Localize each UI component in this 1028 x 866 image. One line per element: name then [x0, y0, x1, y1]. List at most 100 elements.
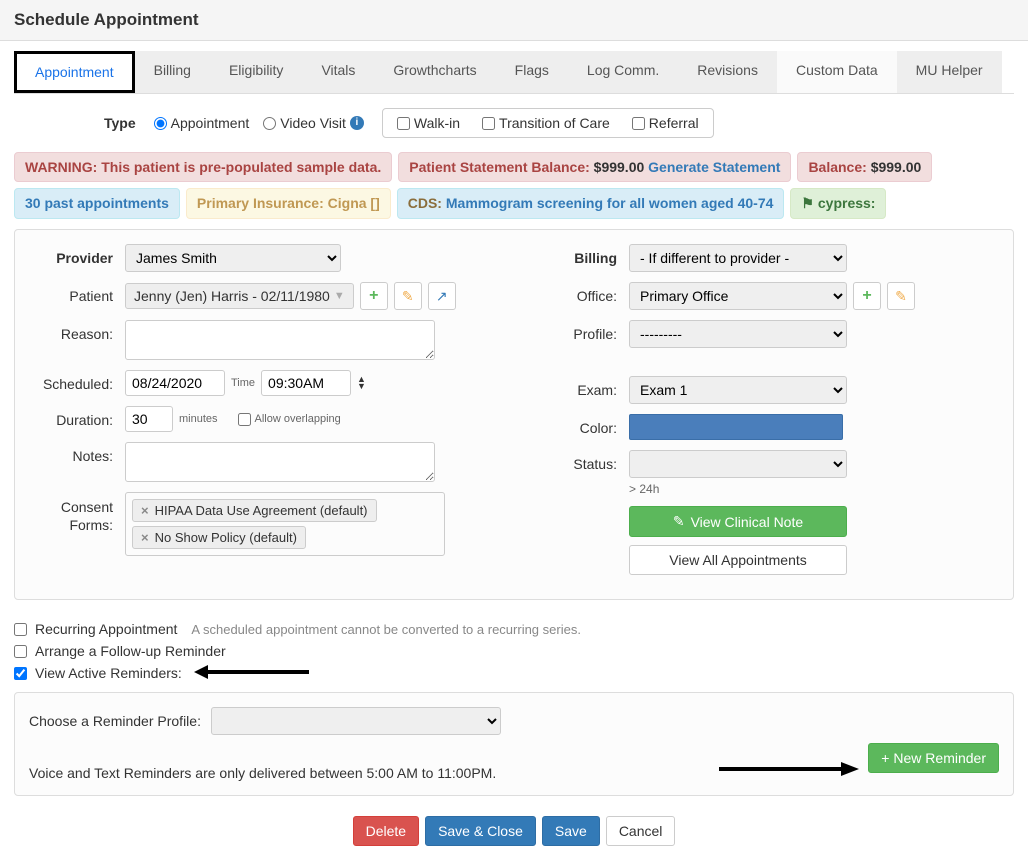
office-select[interactable]: Primary Office: [629, 282, 847, 310]
past-appointments-badge[interactable]: 30 past appointments: [14, 188, 180, 219]
exam-select[interactable]: Exam 1: [629, 376, 847, 404]
caret-down-icon: ▼: [357, 383, 366, 390]
edit-patient-button[interactable]: ✎: [394, 282, 422, 310]
modal-title: Schedule Appointment: [0, 0, 1028, 41]
tab-logcomm[interactable]: Log Comm.: [568, 51, 678, 93]
reason-textarea[interactable]: [125, 320, 435, 360]
profile-select[interactable]: ---------: [629, 320, 847, 348]
followup-label: Arrange a Follow-up Reminder: [35, 643, 226, 659]
tab-revisions[interactable]: Revisions: [678, 51, 777, 93]
plus-icon: +: [881, 750, 889, 766]
time-sublabel: Time: [231, 377, 255, 389]
right-column: Billing - If different to provider - Off…: [529, 244, 1003, 585]
delete-button[interactable]: Delete: [353, 816, 419, 846]
view-active-reminders-label: View Active Reminders:: [35, 665, 182, 681]
remove-icon[interactable]: ×: [141, 503, 149, 518]
recurring-label: Recurring Appointment: [35, 621, 177, 637]
plus-icon: +: [369, 287, 378, 305]
chevron-down-icon: ▼: [334, 290, 345, 302]
type-label: Type: [104, 115, 136, 131]
radio-video-visit[interactable]: Video Visit i: [263, 115, 364, 131]
tab-flags[interactable]: Flags: [496, 51, 568, 93]
flag-badge: ⚑ cypress:: [790, 188, 886, 219]
chk-followup[interactable]: [14, 645, 27, 658]
tabbar: Appointment Billing Eligibility Vitals G…: [14, 51, 1014, 94]
tab-customdata[interactable]: Custom Data: [777, 51, 897, 93]
save-close-button[interactable]: Save & Close: [425, 816, 536, 846]
left-column: Provider James Smith Patient Jenny (Jen)…: [25, 244, 499, 585]
cancel-button[interactable]: Cancel: [606, 816, 676, 846]
pencil-icon: ✎: [895, 288, 907, 305]
tab-vitals[interactable]: Vitals: [302, 51, 374, 93]
duration-unit: minutes: [179, 413, 218, 425]
reminder-profile-label: Choose a Reminder Profile:: [29, 713, 201, 729]
scheduled-time-input[interactable]: [261, 370, 351, 396]
share-patient-button[interactable]: ↗: [428, 282, 456, 310]
notes-textarea[interactable]: [125, 442, 435, 482]
provider-select[interactable]: James Smith: [125, 244, 341, 272]
tab-billing[interactable]: Billing: [135, 51, 210, 93]
generate-statement-link[interactable]: Generate Statement: [648, 159, 780, 175]
view-clinical-note-button[interactable]: ✎View Clinical Note: [629, 506, 847, 537]
reminder-panel: Choose a Reminder Profile: +New Reminder…: [14, 692, 1014, 796]
flag-icon: ⚑: [801, 195, 817, 211]
add-patient-button[interactable]: +: [360, 282, 388, 310]
tab-appointment[interactable]: Appointment: [14, 51, 135, 93]
warning-badge: WARNING: This patient is pre-populated s…: [14, 152, 392, 182]
edit-icon: ✎: [673, 513, 685, 530]
billing-select[interactable]: - If different to provider -: [629, 244, 847, 272]
reminder-profile-select[interactable]: [211, 707, 501, 735]
annotation-arrow-icon: [719, 759, 859, 779]
scheduled-date-input[interactable]: [125, 370, 225, 396]
chk-referral[interactable]: Referral: [632, 115, 699, 131]
chk-transition[interactable]: Transition of Care: [482, 115, 610, 131]
status-sublabel: > 24h: [629, 482, 659, 496]
consent-item[interactable]: ×No Show Policy (default): [132, 526, 306, 549]
profile-label: Profile:: [529, 320, 629, 342]
view-all-appointments-button[interactable]: View All Appointments: [629, 545, 847, 575]
exam-label: Exam:: [529, 376, 629, 398]
radio-appointment[interactable]: Appointment: [154, 115, 250, 131]
info-icon[interactable]: i: [350, 116, 364, 130]
duration-input[interactable]: [125, 406, 173, 432]
remove-icon[interactable]: ×: [141, 530, 149, 545]
consent-label: Consent Forms:: [25, 492, 125, 534]
share-icon: ↗: [436, 288, 448, 305]
chk-allow-overlapping[interactable]: Allow overlapping: [238, 413, 341, 426]
status-label: Status:: [529, 450, 629, 472]
tab-growthcharts[interactable]: Growthcharts: [374, 51, 495, 93]
footer-buttons: Delete Save & Close Save Cancel: [14, 816, 1014, 856]
recurring-help: A scheduled appointment cannot be conver…: [191, 622, 581, 637]
save-button[interactable]: Save: [542, 816, 600, 846]
patient-pill[interactable]: Jenny (Jen) Harris - 02/11/1980▼: [125, 283, 354, 309]
consent-forms-box[interactable]: ×HIPAA Data Use Agreement (default) ×No …: [125, 492, 445, 556]
tab-eligibility[interactable]: Eligibility: [210, 51, 302, 93]
visit-options: Walk-in Transition of Care Referral: [382, 108, 714, 138]
provider-label: Provider: [25, 244, 125, 266]
alert-badges: WARNING: This patient is pre-populated s…: [14, 152, 1014, 219]
office-label: Office:: [529, 282, 629, 304]
chk-view-active-reminders[interactable]: [14, 667, 27, 680]
new-reminder-button[interactable]: +New Reminder: [868, 743, 999, 773]
tab-muhelper[interactable]: MU Helper: [897, 51, 1002, 93]
chk-recurring[interactable]: [14, 623, 27, 636]
patient-label: Patient: [25, 282, 125, 304]
scheduled-label: Scheduled:: [25, 370, 125, 392]
color-swatch[interactable]: [629, 414, 843, 440]
statement-balance-badge: Patient Statement Balance: $999.00 Gener…: [398, 152, 791, 182]
color-label: Color:: [529, 414, 629, 436]
duration-label: Duration:: [25, 406, 125, 428]
consent-item[interactable]: ×HIPAA Data Use Agreement (default): [132, 499, 377, 522]
cds-badge[interactable]: CDS: Mammogram screening for all women a…: [397, 188, 785, 219]
add-office-button[interactable]: +: [853, 282, 881, 310]
balance-badge: Balance: $999.00: [797, 152, 932, 182]
edit-office-button[interactable]: ✎: [887, 282, 915, 310]
reason-label: Reason:: [25, 320, 125, 342]
notes-label: Notes:: [25, 442, 125, 464]
annotation-arrow-icon: [194, 662, 314, 682]
plus-icon: +: [862, 287, 871, 305]
time-stepper[interactable]: ▲▼: [357, 376, 366, 390]
chk-walkin[interactable]: Walk-in: [397, 115, 460, 131]
insurance-badge: Primary Insurance: Cigna []: [186, 188, 391, 219]
status-select[interactable]: [629, 450, 847, 478]
